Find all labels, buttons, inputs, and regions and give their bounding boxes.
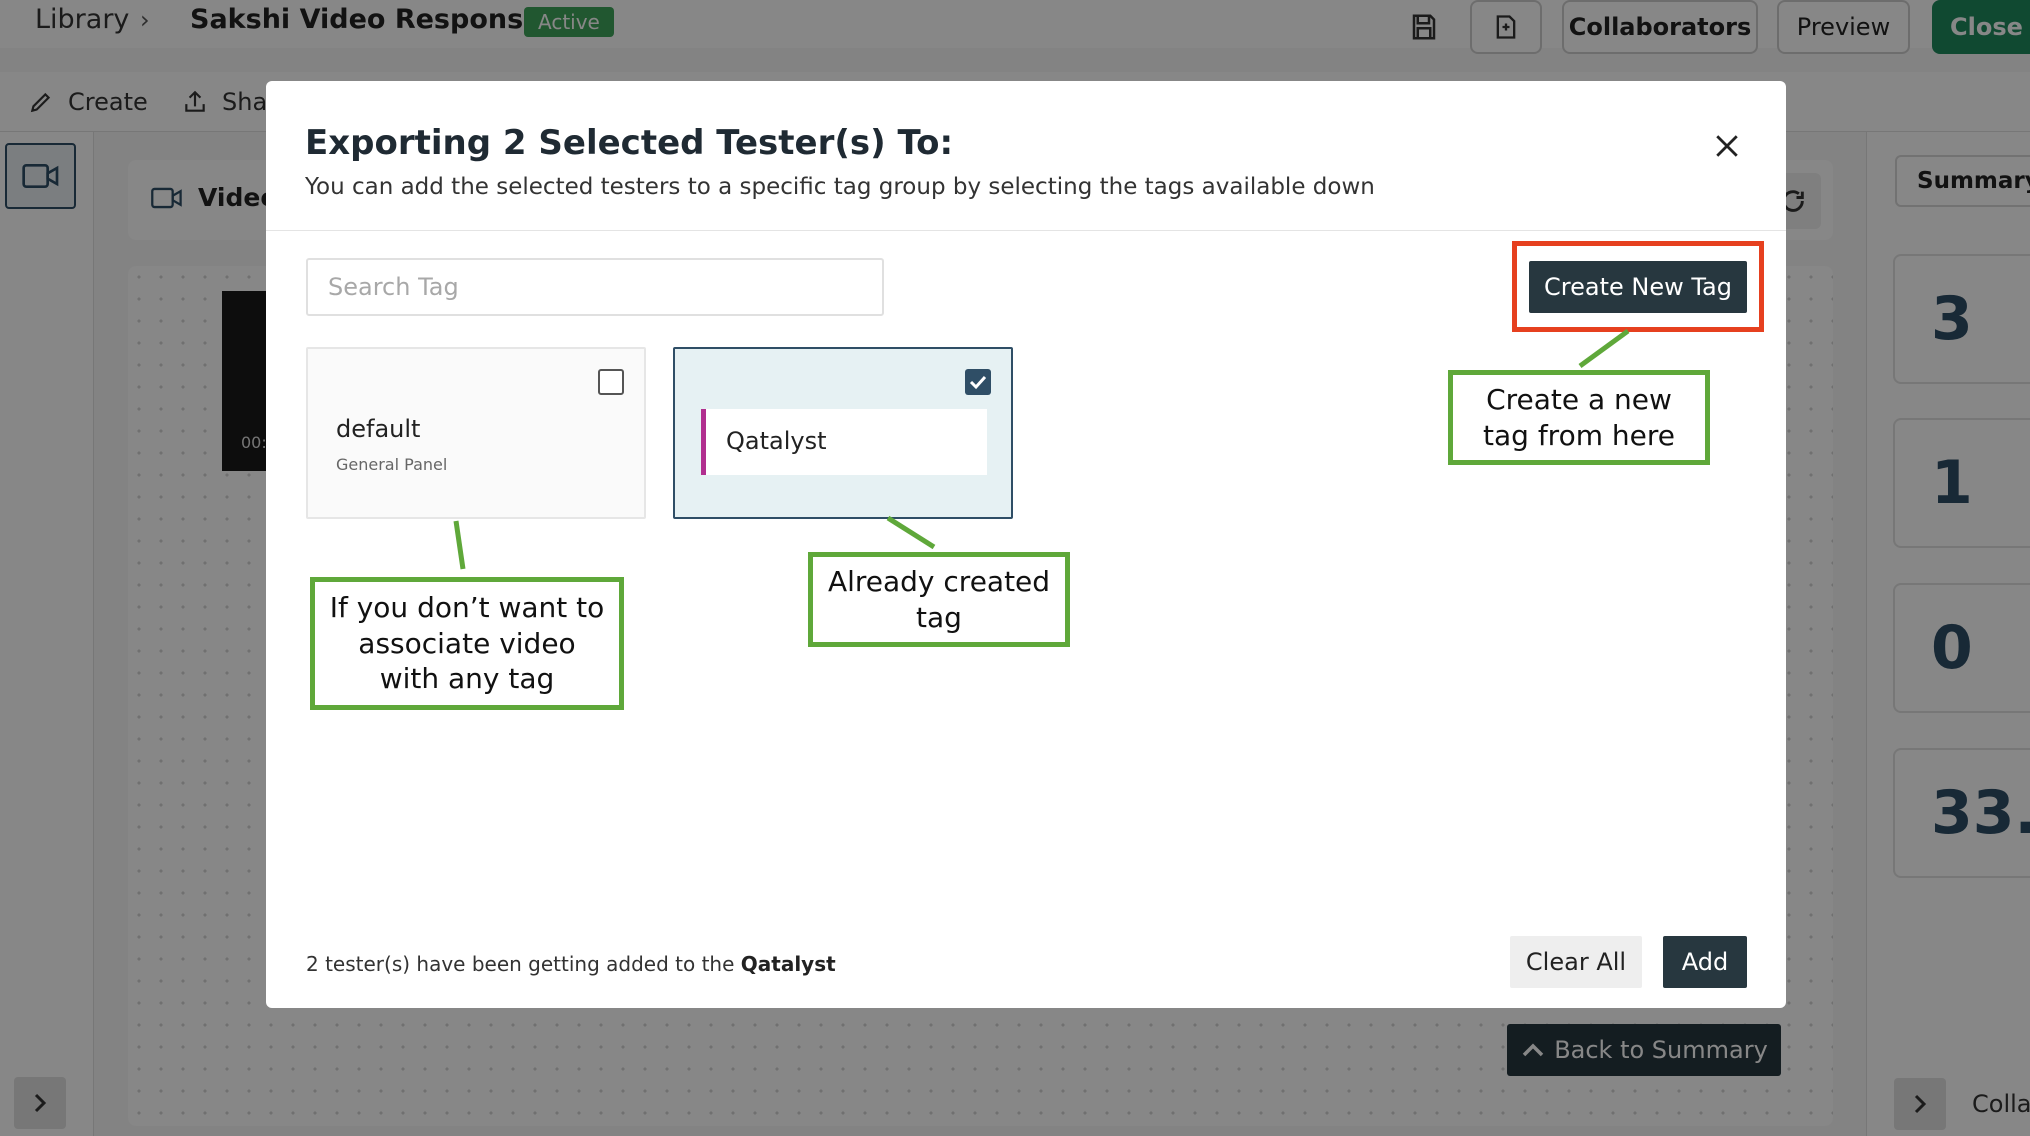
add-button[interactable]: Add bbox=[1663, 936, 1747, 988]
modal-title: Exporting 2 Selected Tester(s) To: bbox=[305, 123, 954, 163]
tag-checkbox[interactable] bbox=[965, 369, 991, 395]
connector-existing bbox=[886, 515, 936, 550]
search-tag-input[interactable] bbox=[306, 258, 884, 316]
annotation-create-tag: Create a new tag from here bbox=[1448, 370, 1710, 465]
footer-tag-name: Qatalyst bbox=[740, 952, 836, 976]
modal-subtitle: You can add the selected testers to a sp… bbox=[305, 174, 1375, 200]
tag-name: default bbox=[336, 415, 421, 443]
connector-create bbox=[1578, 328, 1630, 369]
tag-card-default[interactable]: default General Panel bbox=[306, 347, 646, 519]
tag-checkbox[interactable] bbox=[598, 369, 624, 395]
tag-label-box: Qatalyst bbox=[701, 409, 987, 475]
checkmark-icon bbox=[969, 375, 987, 390]
annotation-default-tag: If you don’t want to associate video wit… bbox=[310, 577, 624, 710]
footer-status-text: 2 tester(s) have been getting added to t… bbox=[306, 952, 836, 976]
tag-card-qatalyst[interactable]: Qatalyst bbox=[673, 347, 1013, 519]
clear-all-button[interactable]: Clear All bbox=[1510, 936, 1642, 988]
create-new-tag-button[interactable]: Create New Tag bbox=[1529, 261, 1747, 313]
modal-close-button[interactable] bbox=[1707, 126, 1747, 166]
export-testers-modal: Exporting 2 Selected Tester(s) To: You c… bbox=[266, 81, 1786, 1008]
tag-subtitle: General Panel bbox=[336, 455, 448, 474]
close-icon bbox=[1716, 135, 1738, 157]
annotation-existing-tag: Already created tag bbox=[808, 552, 1070, 647]
footer-prefix: 2 tester(s) have been getting added to t… bbox=[306, 952, 735, 976]
connector-default bbox=[453, 520, 466, 570]
modal-header: Exporting 2 Selected Tester(s) To: You c… bbox=[266, 81, 1786, 231]
tag-name: Qatalyst bbox=[726, 427, 827, 455]
